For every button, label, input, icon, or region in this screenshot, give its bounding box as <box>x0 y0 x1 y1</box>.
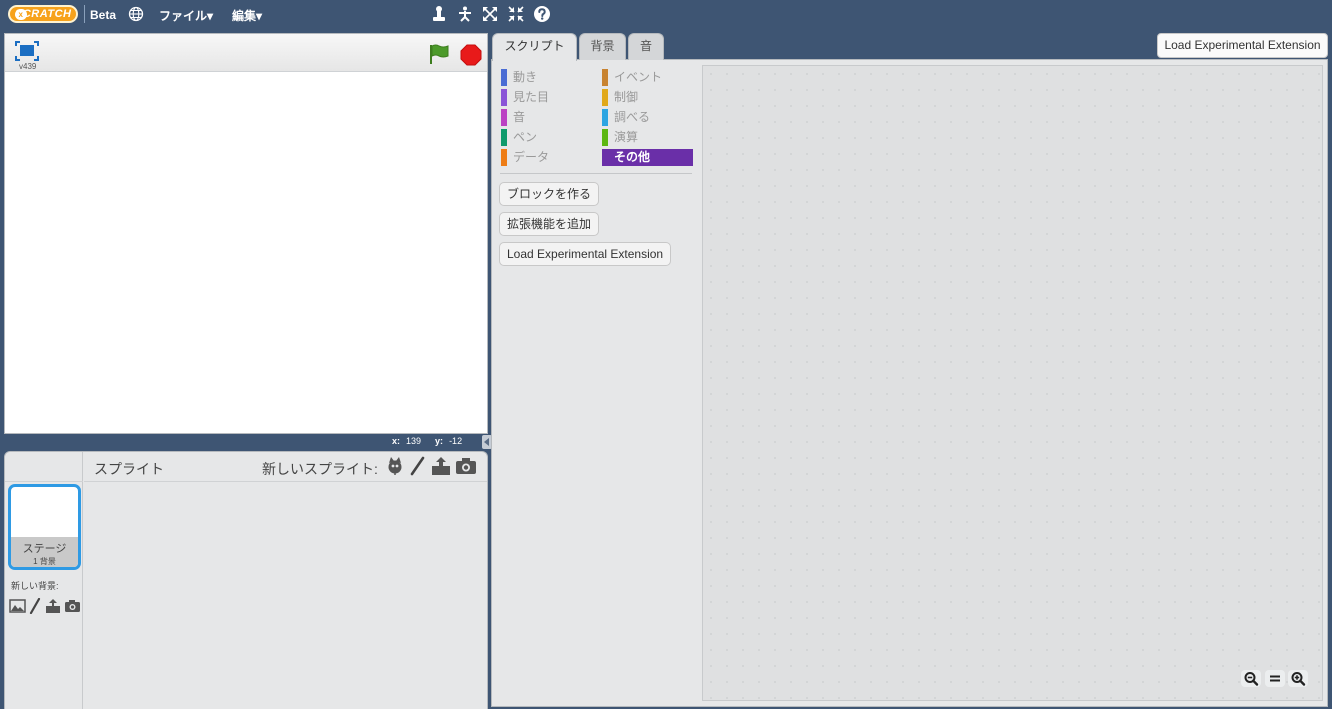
mouse-coordinates: x: 139 y: -12 <box>392 436 476 446</box>
backdrop-library-icon[interactable] <box>9 599 26 613</box>
upload-icon[interactable] <box>45 598 61 614</box>
stage-backdrop-count: 1 背景 <box>33 557 56 566</box>
make-block-button[interactable]: ブロックを作る <box>499 182 600 206</box>
stop-icon[interactable] <box>460 44 482 66</box>
paint-brush-icon[interactable] <box>29 598 41 614</box>
stage-thumbnail[interactable]: ステージ 1 背景 <box>8 484 81 570</box>
category-color-swatch <box>501 129 507 146</box>
category-events[interactable]: イベント <box>602 69 693 86</box>
category-control[interactable]: 制御 <box>602 89 693 106</box>
cut-icon[interactable] <box>456 5 474 23</box>
category-label: 制御 <box>614 90 639 104</box>
load-experimental-extension-button[interactable]: Load Experimental Extension <box>499 242 672 266</box>
sprite-library-icon[interactable] <box>385 456 405 476</box>
file-menu[interactable]: ファイル▾ <box>159 7 213 24</box>
duplicate-icon[interactable] <box>430 5 448 23</box>
sprite-header: スプライト 新しいスプライト: <box>84 452 487 482</box>
coord-x-value: 139 <box>406 436 422 446</box>
fullscreen-icon[interactable] <box>15 41 39 61</box>
category-label: 見た目 <box>513 90 550 104</box>
zoom-out-icon[interactable] <box>1241 670 1261 687</box>
sprite-pane: ステージ 1 背景 新しい背景: スプライト 新しいスプライト: <box>4 451 488 709</box>
coord-y-label: y: <box>435 436 444 446</box>
camera-icon[interactable] <box>64 599 81 613</box>
category-looks[interactable]: 見た目 <box>501 89 591 106</box>
menu-bar: SCRATCH x Beta ファイル▾ 編集▾ <box>0 0 1332 28</box>
sprite-camera-icon[interactable] <box>455 457 477 475</box>
category-label: データ <box>513 150 550 164</box>
category-color-swatch <box>501 149 507 166</box>
category-color-swatch <box>602 109 608 126</box>
new-sprite-label: 新しいスプライト: <box>262 461 378 477</box>
new-backdrop-label: 新しい背景: <box>11 581 59 591</box>
stage-thumbnail-label: ステージ 1 背景 <box>11 537 78 567</box>
category-more-blocks[interactable]: その他 <box>602 149 693 166</box>
category-label: 調べる <box>614 110 651 124</box>
category-color-swatch <box>602 129 608 146</box>
sprites-title: スプライト <box>94 461 164 477</box>
category-label: その他 <box>614 150 651 164</box>
stage-header: v439 <box>5 34 487 72</box>
category-color-swatch <box>602 69 608 86</box>
category-label: イベント <box>614 70 663 84</box>
stage-column: ステージ 1 背景 新しい背景: <box>5 452 83 709</box>
zoom-reset-icon[interactable] <box>1265 670 1285 687</box>
category-operators[interactable]: 演算 <box>602 129 693 146</box>
shrink-icon[interactable] <box>507 5 525 23</box>
beta-label: Beta <box>90 8 117 22</box>
category-pen[interactable]: ペン <box>501 129 591 146</box>
load-experimental-extension-top-button[interactable]: Load Experimental Extension <box>1157 33 1328 58</box>
grow-icon[interactable] <box>481 5 499 23</box>
language-globe-icon[interactable] <box>128 6 144 22</box>
category-color-swatch <box>501 69 507 86</box>
palette-divider <box>500 173 692 174</box>
stage-canvas[interactable] <box>5 72 487 433</box>
category-data[interactable]: データ <box>501 149 591 166</box>
category-sound[interactable]: 音 <box>501 109 591 126</box>
green-flag-icon[interactable] <box>428 43 450 65</box>
category-motion[interactable]: 動き <box>501 69 591 86</box>
category-label: 音 <box>513 110 526 124</box>
category-color-swatch <box>501 109 507 126</box>
category-label: 演算 <box>614 130 639 144</box>
menu-divider <box>84 5 85 23</box>
category-label: 動き <box>513 70 538 84</box>
coord-x-label: x: <box>392 436 401 446</box>
category-color-swatch <box>501 89 507 106</box>
category-sensing[interactable]: 調べる <box>602 109 693 126</box>
coord-y-value: -12 <box>449 436 463 446</box>
help-icon[interactable] <box>533 5 551 23</box>
zoom-in-icon[interactable] <box>1288 670 1308 687</box>
stage-column-header <box>5 452 83 482</box>
version-label: v439 <box>19 62 37 71</box>
category-label: ペン <box>513 130 538 144</box>
paint-new-sprite-icon[interactable] <box>408 456 426 476</box>
add-extension-button[interactable]: 拡張機能を追加 <box>499 212 600 236</box>
tab-scripts[interactable]: スクリプト <box>492 33 577 61</box>
upload-sprite-icon[interactable] <box>430 456 452 476</box>
scratch-logo[interactable]: SCRATCH x <box>8 5 78 23</box>
new-sprite-tools <box>385 456 477 476</box>
stage-panel: v439 <box>4 33 488 434</box>
new-backdrop-tools <box>9 598 81 614</box>
logo-badge: x <box>15 9 27 20</box>
edit-menu[interactable]: 編集▾ <box>232 7 262 24</box>
category-color-swatch <box>602 89 608 106</box>
tab-backdrops[interactable]: 背景 <box>579 33 626 60</box>
stage-name: ステージ <box>22 543 67 555</box>
tab-sounds[interactable]: 音 <box>628 33 664 60</box>
scripts-area[interactable] <box>702 65 1323 701</box>
